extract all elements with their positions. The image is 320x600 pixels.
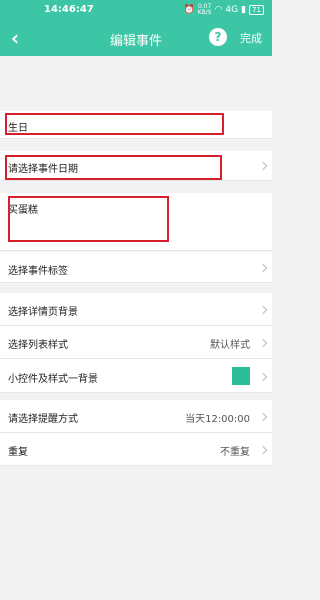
- widget-bg-label: 小控件及样式一背景: [8, 374, 98, 385]
- select-tag-label: 选择事件标签: [8, 266, 68, 277]
- battery-level: 71: [249, 5, 264, 15]
- repeat-label: 重复: [8, 447, 28, 458]
- chevron-right-icon: [258, 161, 268, 171]
- chevron-right-icon: [258, 412, 268, 422]
- status-time: 14:46:47: [44, 4, 94, 15]
- chevron-right-icon: [258, 372, 268, 382]
- help-icon[interactable]: ?: [209, 28, 227, 46]
- chevron-right-icon: [258, 305, 268, 315]
- list-style-value: 默认样式: [210, 340, 250, 351]
- repeat-value: 不重复: [220, 447, 250, 458]
- network-speed: 0.07 KB/S: [197, 3, 212, 16]
- chevron-right-icon: [258, 338, 268, 348]
- repeat-row[interactable]: 重复 不重复: [0, 433, 272, 466]
- network-type: 4G: [225, 5, 239, 15]
- color-swatch: [232, 367, 250, 385]
- nav-bar: ‹ 编辑事件 ? 完成: [0, 22, 272, 56]
- select-tag-row[interactable]: 选择事件标签: [0, 252, 272, 283]
- chevron-right-icon: [258, 263, 268, 273]
- reminder-value: 当天12:00:00: [185, 414, 250, 425]
- reminder-row[interactable]: 请选择提醒方式 当天12:00:00: [0, 400, 272, 433]
- reminder-label: 请选择提醒方式: [8, 414, 78, 425]
- signal-icon: ▮: [241, 5, 247, 15]
- list-style-row[interactable]: 选择列表样式 默认样式: [0, 326, 272, 359]
- widget-bg-row[interactable]: 小控件及样式一背景: [0, 359, 272, 393]
- detail-bg-label: 选择详情页背景: [8, 307, 78, 318]
- chevron-right-icon: [258, 445, 268, 455]
- highlight-box-note: [8, 196, 169, 242]
- highlight-box-name: [5, 113, 224, 135]
- list-style-label: 选择列表样式: [8, 340, 68, 351]
- status-bar: 14:46:47 ⏰ 0.07 KB/S ◠ 4G ▮ 71: [0, 0, 272, 22]
- done-button[interactable]: 完成: [240, 30, 262, 46]
- detail-bg-row[interactable]: 选择详情页背景: [0, 293, 272, 326]
- status-icons: ⏰ 0.07 KB/S ◠ 4G ▮ 71: [183, 4, 264, 16]
- wifi-icon: ◠: [214, 5, 223, 15]
- highlight-box-date: [5, 155, 222, 180]
- page-title: 编辑事件: [109, 34, 162, 49]
- alarm-icon: ⏰: [183, 5, 195, 15]
